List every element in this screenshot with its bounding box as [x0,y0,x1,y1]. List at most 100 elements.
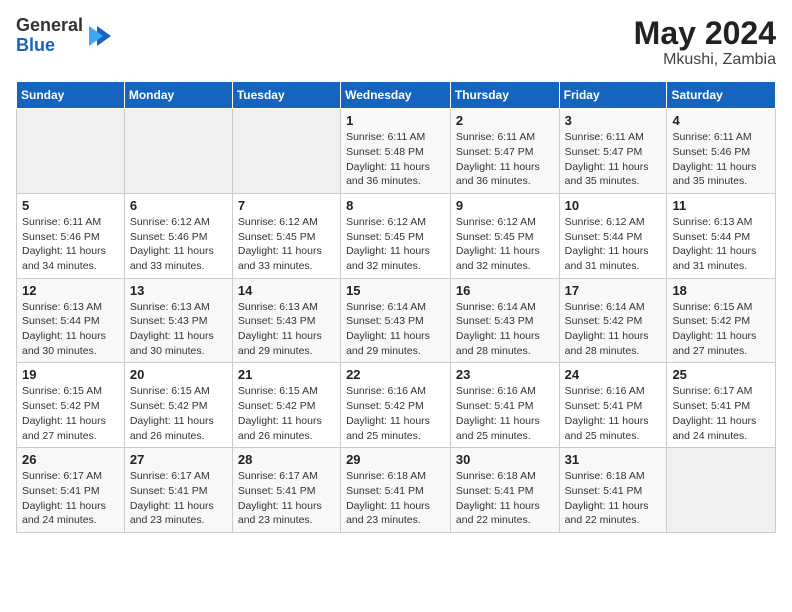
day-detail: Sunrise: 6:14 AM Sunset: 5:43 PM Dayligh… [346,300,445,359]
day-number: 16 [456,283,554,298]
day-number: 11 [672,198,770,213]
page-header: General Blue May 2024 Mkushi, Zambia [16,16,776,69]
day-number: 26 [22,452,119,467]
header-wednesday: Wednesday [341,82,451,109]
calendar-cell: 17 Sunrise: 6:14 AM Sunset: 5:42 PM Dayli… [559,278,667,363]
day-number: 3 [565,113,662,128]
day-number: 15 [346,283,445,298]
day-number: 27 [130,452,227,467]
calendar-cell [232,109,340,194]
header-monday: Monday [124,82,232,109]
calendar-cell [17,109,125,194]
day-number: 21 [238,367,335,382]
location: Mkushi, Zambia [634,51,776,69]
calendar-cell: 5Sunrise: 6:11 AM Sunset: 5:46 PM Daylig… [17,193,125,278]
day-number: 2 [456,113,554,128]
day-number: 30 [456,452,554,467]
day-number: 25 [672,367,770,382]
calendar-cell: 7Sunrise: 6:12 AM Sunset: 5:45 PM Daylig… [232,193,340,278]
calendar-cell: 28 Sunrise: 6:17 AM Sunset: 5:41 PM Dayli… [232,448,340,533]
day-number: 10 [565,198,662,213]
calendar-cell: 19 Sunrise: 6:15 AM Sunset: 5:42 PM Dayli… [17,363,125,448]
day-number: 13 [130,283,227,298]
calendar-cell: 10 Sunrise: 6:12 AM Sunset: 5:44 PM Dayli… [559,193,667,278]
calendar-cell: 20 Sunrise: 6:15 AM Sunset: 5:42 PM Dayli… [124,363,232,448]
calendar-cell [667,448,776,533]
day-detail: Sunrise: 6:16 AM Sunset: 5:42 PM Dayligh… [346,384,445,443]
day-number: 20 [130,367,227,382]
day-number: 19 [22,367,119,382]
logo-icon [87,22,115,50]
calendar-header-row: SundayMondayTuesdayWednesdayThursdayFrid… [17,82,776,109]
day-number: 22 [346,367,445,382]
day-number: 14 [238,283,335,298]
calendar-week-1: 5Sunrise: 6:11 AM Sunset: 5:46 PM Daylig… [17,193,776,278]
calendar-week-0: 1Sunrise: 6:11 AM Sunset: 5:48 PM Daylig… [17,109,776,194]
day-detail: Sunrise: 6:18 AM Sunset: 5:41 PM Dayligh… [456,469,554,528]
day-detail: Sunrise: 6:17 AM Sunset: 5:41 PM Dayligh… [130,469,227,528]
day-detail: Sunrise: 6:14 AM Sunset: 5:42 PM Dayligh… [565,300,662,359]
day-number: 8 [346,198,445,213]
day-detail: Sunrise: 6:12 AM Sunset: 5:45 PM Dayligh… [346,215,445,274]
day-number: 29 [346,452,445,467]
calendar-cell: 3 Sunrise: 6:11 AM Sunset: 5:47 PM Daylig… [559,109,667,194]
header-friday: Friday [559,82,667,109]
calendar-cell: 24Sunrise: 6:16 AM Sunset: 5:41 PM Dayli… [559,363,667,448]
day-detail: Sunrise: 6:13 AM Sunset: 5:43 PM Dayligh… [238,300,335,359]
calendar-cell: 13Sunrise: 6:13 AM Sunset: 5:43 PM Dayli… [124,278,232,363]
calendar-cell: 6Sunrise: 6:12 AM Sunset: 5:46 PM Daylig… [124,193,232,278]
day-detail: Sunrise: 6:14 AM Sunset: 5:43 PM Dayligh… [456,300,554,359]
day-detail: Sunrise: 6:15 AM Sunset: 5:42 PM Dayligh… [130,384,227,443]
day-detail: Sunrise: 6:11 AM Sunset: 5:47 PM Dayligh… [565,130,662,189]
calendar-cell: 23 Sunrise: 6:16 AM Sunset: 5:41 PM Dayli… [450,363,559,448]
day-number: 31 [565,452,662,467]
day-number: 1 [346,113,445,128]
calendar-cell: 4 Sunrise: 6:11 AM Sunset: 5:46 PM Daylig… [667,109,776,194]
calendar-cell: 8 Sunrise: 6:12 AM Sunset: 5:45 PM Daylig… [341,193,451,278]
calendar-week-3: 19 Sunrise: 6:15 AM Sunset: 5:42 PM Dayli… [17,363,776,448]
day-detail: Sunrise: 6:13 AM Sunset: 5:44 PM Dayligh… [22,300,119,359]
logo: General Blue [16,16,115,56]
day-detail: Sunrise: 6:17 AM Sunset: 5:41 PM Dayligh… [238,469,335,528]
calendar-cell: 12Sunrise: 6:13 AM Sunset: 5:44 PM Dayli… [17,278,125,363]
day-detail: Sunrise: 6:11 AM Sunset: 5:46 PM Dayligh… [672,130,770,189]
day-detail: Sunrise: 6:15 AM Sunset: 5:42 PM Dayligh… [22,384,119,443]
calendar-cell: 29 Sunrise: 6:18 AM Sunset: 5:41 PM Dayli… [341,448,451,533]
calendar-cell: 16 Sunrise: 6:14 AM Sunset: 5:43 PM Dayli… [450,278,559,363]
day-number: 28 [238,452,335,467]
day-detail: Sunrise: 6:13 AM Sunset: 5:44 PM Dayligh… [672,215,770,274]
calendar-cell: 14 Sunrise: 6:13 AM Sunset: 5:43 PM Dayli… [232,278,340,363]
day-detail: Sunrise: 6:17 AM Sunset: 5:41 PM Dayligh… [672,384,770,443]
day-detail: Sunrise: 6:15 AM Sunset: 5:42 PM Dayligh… [672,300,770,359]
logo-text: General Blue [16,16,83,56]
logo-general: General [16,16,83,36]
day-number: 9 [456,198,554,213]
day-number: 4 [672,113,770,128]
month-year: May 2024 [634,16,776,51]
header-saturday: Saturday [667,82,776,109]
day-detail: Sunrise: 6:18 AM Sunset: 5:41 PM Dayligh… [565,469,662,528]
day-number: 23 [456,367,554,382]
day-number: 7 [238,198,335,213]
day-detail: Sunrise: 6:12 AM Sunset: 5:44 PM Dayligh… [565,215,662,274]
calendar-week-2: 12Sunrise: 6:13 AM Sunset: 5:44 PM Dayli… [17,278,776,363]
calendar-cell: 1Sunrise: 6:11 AM Sunset: 5:48 PM Daylig… [341,109,451,194]
day-number: 5 [22,198,119,213]
day-detail: Sunrise: 6:15 AM Sunset: 5:42 PM Dayligh… [238,384,335,443]
day-detail: Sunrise: 6:18 AM Sunset: 5:41 PM Dayligh… [346,469,445,528]
calendar-cell: 11 Sunrise: 6:13 AM Sunset: 5:44 PM Dayli… [667,193,776,278]
header-tuesday: Tuesday [232,82,340,109]
day-number: 6 [130,198,227,213]
day-detail: Sunrise: 6:17 AM Sunset: 5:41 PM Dayligh… [22,469,119,528]
calendar-cell: 9Sunrise: 6:12 AM Sunset: 5:45 PM Daylig… [450,193,559,278]
day-number: 18 [672,283,770,298]
title-block: May 2024 Mkushi, Zambia [634,16,776,69]
calendar-cell: 2Sunrise: 6:11 AM Sunset: 5:47 PM Daylig… [450,109,559,194]
logo-blue: Blue [16,36,83,56]
calendar-cell: 31 Sunrise: 6:18 AM Sunset: 5:41 PM Dayli… [559,448,667,533]
day-detail: Sunrise: 6:16 AM Sunset: 5:41 PM Dayligh… [565,384,662,443]
calendar-cell: 18 Sunrise: 6:15 AM Sunset: 5:42 PM Dayli… [667,278,776,363]
calendar-cell: 22 Sunrise: 6:16 AM Sunset: 5:42 PM Dayli… [341,363,451,448]
day-number: 17 [565,283,662,298]
day-detail: Sunrise: 6:16 AM Sunset: 5:41 PM Dayligh… [456,384,554,443]
